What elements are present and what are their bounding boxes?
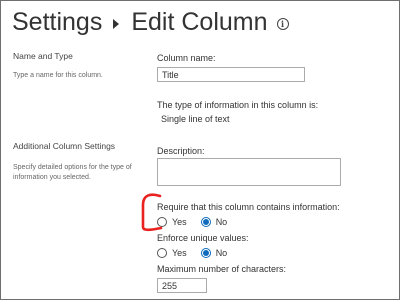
red-annotation-mark xyxy=(141,193,163,232)
additional-settings-section-title: Additional Column Settings xyxy=(13,141,116,151)
description-textarea[interactable] xyxy=(157,158,341,186)
unique-values-label: Enforce unique values: xyxy=(157,233,249,243)
require-no-radio[interactable] xyxy=(200,217,211,227)
unique-yes-label: Yes xyxy=(172,248,187,258)
description-label: Description: xyxy=(157,146,205,156)
column-name-label: Column name: xyxy=(157,53,216,63)
require-value-label: Require that this column contains inform… xyxy=(157,202,340,212)
breadcrumb-settings[interactable]: Settings xyxy=(12,8,102,37)
unique-no-radio[interactable] xyxy=(200,248,211,258)
unique-yes-radio[interactable] xyxy=(157,248,167,258)
unique-no-label: No xyxy=(215,248,228,258)
chevron-right-icon xyxy=(113,18,120,29)
additional-settings-section-description: Specify detailed options for the type of… xyxy=(13,164,132,181)
edit-column-page: Settings Edit Column i Name and Type Typ… xyxy=(0,0,400,300)
name-type-section-title: Name and Type xyxy=(13,51,73,61)
unique-values-radio-group: Yes No xyxy=(157,247,241,259)
max-characters-label: Maximum number of characters: xyxy=(157,264,287,274)
page-header: Settings Edit Column i xyxy=(12,5,289,39)
require-value-radio-group: Yes No xyxy=(157,216,241,228)
column-type-value: Single line of text xyxy=(161,114,230,124)
column-name-input[interactable] xyxy=(157,67,305,82)
require-no-label: No xyxy=(215,217,228,227)
name-type-section-description: Type a name for this column. xyxy=(13,72,103,79)
require-yes-label: Yes xyxy=(172,217,187,227)
column-type-label: The type of information in this column i… xyxy=(157,100,319,110)
info-icon[interactable]: i xyxy=(276,18,289,30)
page-title: Edit Column xyxy=(131,7,268,36)
max-characters-input[interactable] xyxy=(157,278,207,293)
